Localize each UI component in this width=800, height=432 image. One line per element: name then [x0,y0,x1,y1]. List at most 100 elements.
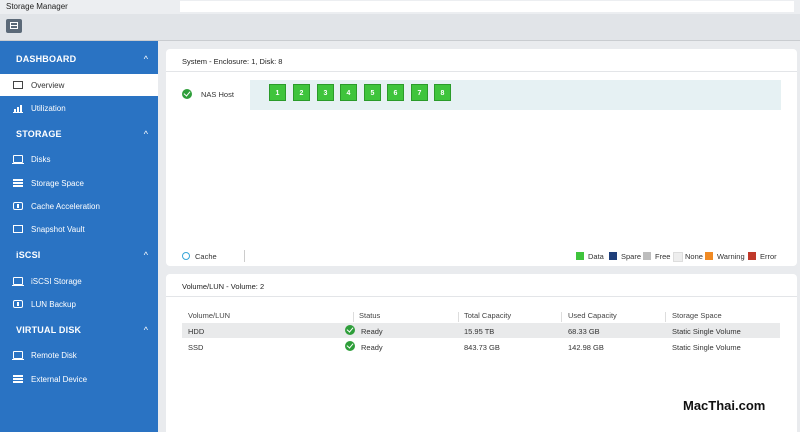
menu-toggle-button[interactable] [6,19,22,33]
check-circle-icon [345,325,355,335]
sidebar-item-lun-backup[interactable]: LUN Backup [0,293,158,315]
disk-strip: 1 2 3 4 5 6 7 8 [250,80,781,110]
disk-slot-5[interactable]: 5 [364,84,381,101]
sidebar-item-label: Remote Disk [31,351,77,360]
status-text: Ready [361,327,383,336]
sidebar-item-label: Overview [31,81,65,90]
app-title: Storage Manager [6,2,68,11]
system-panel-header: System - Enclosure: 1, Disk: 8 [166,49,797,72]
cache-label: Cache [195,252,217,261]
system-panel: System - Enclosure: 1, Disk: 8 NAS Host … [166,49,797,266]
sidebar-item-cache-acceleration[interactable]: Cache Acceleration [0,195,158,217]
check-circle-icon [345,341,355,351]
cell-storage-space: Static Single Volume [672,327,741,336]
watermark-text: MacThai.com [683,398,766,413]
sidebar-item-label: Disks [31,155,51,164]
sidebar-item-label: Utilization [31,104,66,113]
column-divider [353,312,354,322]
cell-volume: HDD [188,327,205,336]
disk-slot-2[interactable]: 2 [293,84,310,101]
cache-ring-icon [182,252,190,260]
section-storage[interactable]: STORAGE ^ [0,123,158,145]
sidebar: DASHBOARD ^ Overview Utilization STORAGE… [0,41,158,432]
chevron-up-icon[interactable]: ^ [144,54,148,64]
section-dashboard[interactable]: DASHBOARD ^ [0,48,158,70]
legend-label-none: None [685,252,703,261]
legend-label-spare: Spare [621,252,642,261]
table-row[interactable]: HDD Ready 15.95 TB 68.33 GB Static Singl… [182,323,780,338]
cache-icon [13,202,23,210]
column-header-storage-space[interactable]: Storage Space [672,311,722,320]
system-panel-title: System - Enclosure: 1, Disk: 8 [182,57,283,66]
check-circle-icon [182,89,192,99]
column-header-total-capacity[interactable]: Total Capacity [464,311,511,320]
section-label: iSCSI [16,250,41,260]
section-label: STORAGE [16,129,62,139]
sidebar-item-utilization[interactable]: Utilization [0,97,158,119]
disk-slot-8[interactable]: 8 [434,84,451,101]
backup-icon [13,300,23,308]
sidebar-item-snapshot-vault[interactable]: Snapshot Vault [0,218,158,240]
chevron-up-icon[interactable]: ^ [144,250,148,260]
chevron-up-icon[interactable]: ^ [144,325,148,335]
section-virtual-disk[interactable]: VIRTUAL DISK ^ [0,319,158,341]
disk-slot-7[interactable]: 7 [411,84,428,101]
title-bar-field [180,1,794,12]
sidebar-item-label: Storage Space [31,179,84,188]
window-icon [10,22,18,29]
cell-storage-space: Static Single Volume [672,343,741,352]
disk-slot-6[interactable]: 6 [387,84,404,101]
column-header-status[interactable]: Status [359,311,380,320]
column-divider [561,312,562,322]
remote-disk-icon [12,351,24,360]
toolbar [0,14,800,41]
legend-label-error: Error [760,252,777,261]
title-bar: Storage Manager [0,0,800,14]
disk-slot-4[interactable]: 4 [340,84,357,101]
sidebar-item-external-device[interactable]: External Device [0,368,158,390]
sidebar-item-disks[interactable]: Disks [0,148,158,170]
sidebar-item-label: iSCSI Storage [31,277,82,286]
cell-volume: SSD [188,343,204,352]
nas-host[interactable]: NAS Host [182,89,234,101]
sidebar-item-label: Snapshot Vault [31,225,85,234]
chart-bars-icon [13,104,23,113]
column-header-volume[interactable]: Volume/LUN [188,311,230,320]
legend-swatch-warning [705,252,713,260]
disk-slot-1[interactable]: 1 [269,84,286,101]
legend: Data Spare Free None Warning Error [576,252,791,262]
cell-used-capacity: 68.33 GB [568,327,600,336]
cell-total-capacity: 843.73 GB [464,343,500,352]
section-label: VIRTUAL DISK [16,325,82,335]
overview-icon [13,81,23,89]
sidebar-item-overview[interactable]: Overview [0,74,158,96]
legend-label-warning: Warning [717,252,745,261]
legend-label-data: Data [588,252,604,261]
column-header-used-capacity[interactable]: Used Capacity [568,311,617,320]
cell-total-capacity: 15.95 TB [464,327,495,336]
sidebar-item-iscsi-storage[interactable]: iSCSI Storage [0,270,158,292]
sidebar-item-label: LUN Backup [31,300,76,309]
sidebar-item-label: External Device [31,375,88,384]
chevron-up-icon[interactable]: ^ [144,129,148,139]
volume-panel-title: Volume/LUN - Volume: 2 [182,282,265,291]
legend-swatch-free [643,252,651,260]
section-label: DASHBOARD [16,54,77,64]
legend-swatch-data [576,252,584,260]
column-divider [665,312,666,322]
stack-icon [13,179,23,187]
legend-swatch-spare [609,252,617,260]
column-divider [458,312,459,322]
vault-icon [13,225,23,233]
disk-slot-3[interactable]: 3 [317,84,334,101]
cell-used-capacity: 142.98 GB [568,343,604,352]
divider [244,250,245,262]
sidebar-item-remote-disk[interactable]: Remote Disk [0,344,158,366]
nas-host-label: NAS Host [201,90,234,99]
section-iscsi[interactable]: iSCSI ^ [0,244,158,266]
table-row[interactable]: SSD Ready 843.73 GB 142.98 GB Static Sin… [182,339,780,354]
sidebar-item-storage-space[interactable]: Storage Space [0,172,158,194]
sidebar-item-label: Cache Acceleration [31,202,100,211]
legend-swatch-error [748,252,756,260]
legend-swatch-none [673,252,683,262]
